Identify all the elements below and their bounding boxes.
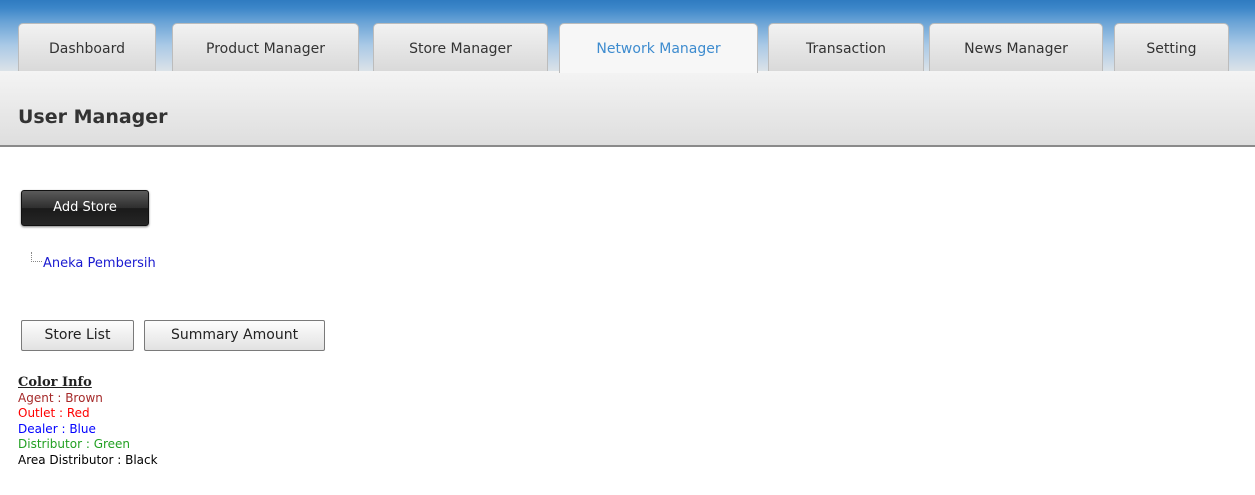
color-info-line-outlet: Outlet : Red [18, 406, 90, 420]
color-info-line-distributor: Distributor : Green [18, 437, 131, 451]
color-info-color-name: Blue [69, 421, 96, 436]
tab-dashboard[interactable]: Dashboard [18, 23, 156, 71]
tab-network-manager[interactable]: Network Manager [559, 23, 758, 73]
color-info-title: Color Info [18, 375, 92, 390]
tab-news-manager[interactable]: News Manager [929, 23, 1103, 71]
color-info-role: Outlet [18, 406, 56, 420]
store-list-button[interactable]: Store List [21, 320, 134, 351]
tree-connector-line [31, 252, 42, 262]
color-info-panel: Color Info Agent : Brown Outlet : Red De… [18, 375, 158, 468]
page-title: User Manager [18, 106, 168, 128]
header-band [0, 71, 1255, 147]
color-info-role: Area Distributor [18, 452, 114, 467]
tab-transaction[interactable]: Transaction [768, 23, 924, 71]
color-info-role: Distributor [18, 437, 83, 451]
color-info-color-name: Brown [65, 390, 103, 405]
color-info-color-name: Green [93, 437, 131, 451]
color-info-role: Agent [18, 390, 54, 405]
tab-product-manager[interactable]: Product Manager [172, 23, 359, 71]
color-info-line-dealer: Dealer : Blue [18, 421, 96, 436]
color-info-line-area-distributor: Area Distributor : Black [18, 452, 158, 467]
color-info-role: Dealer [18, 421, 58, 436]
color-info-color-name: Red [66, 406, 90, 420]
tab-store-manager[interactable]: Store Manager [373, 23, 548, 71]
add-store-button[interactable]: Add Store [21, 190, 149, 226]
color-info-color-name: Black [125, 452, 158, 467]
tab-setting[interactable]: Setting [1114, 23, 1229, 71]
color-info-line-agent: Agent : Brown [18, 390, 103, 405]
summary-amount-button[interactable]: Summary Amount [144, 320, 325, 351]
tree-item-aneka-pembersih[interactable]: Aneka Pembersih [43, 256, 156, 271]
